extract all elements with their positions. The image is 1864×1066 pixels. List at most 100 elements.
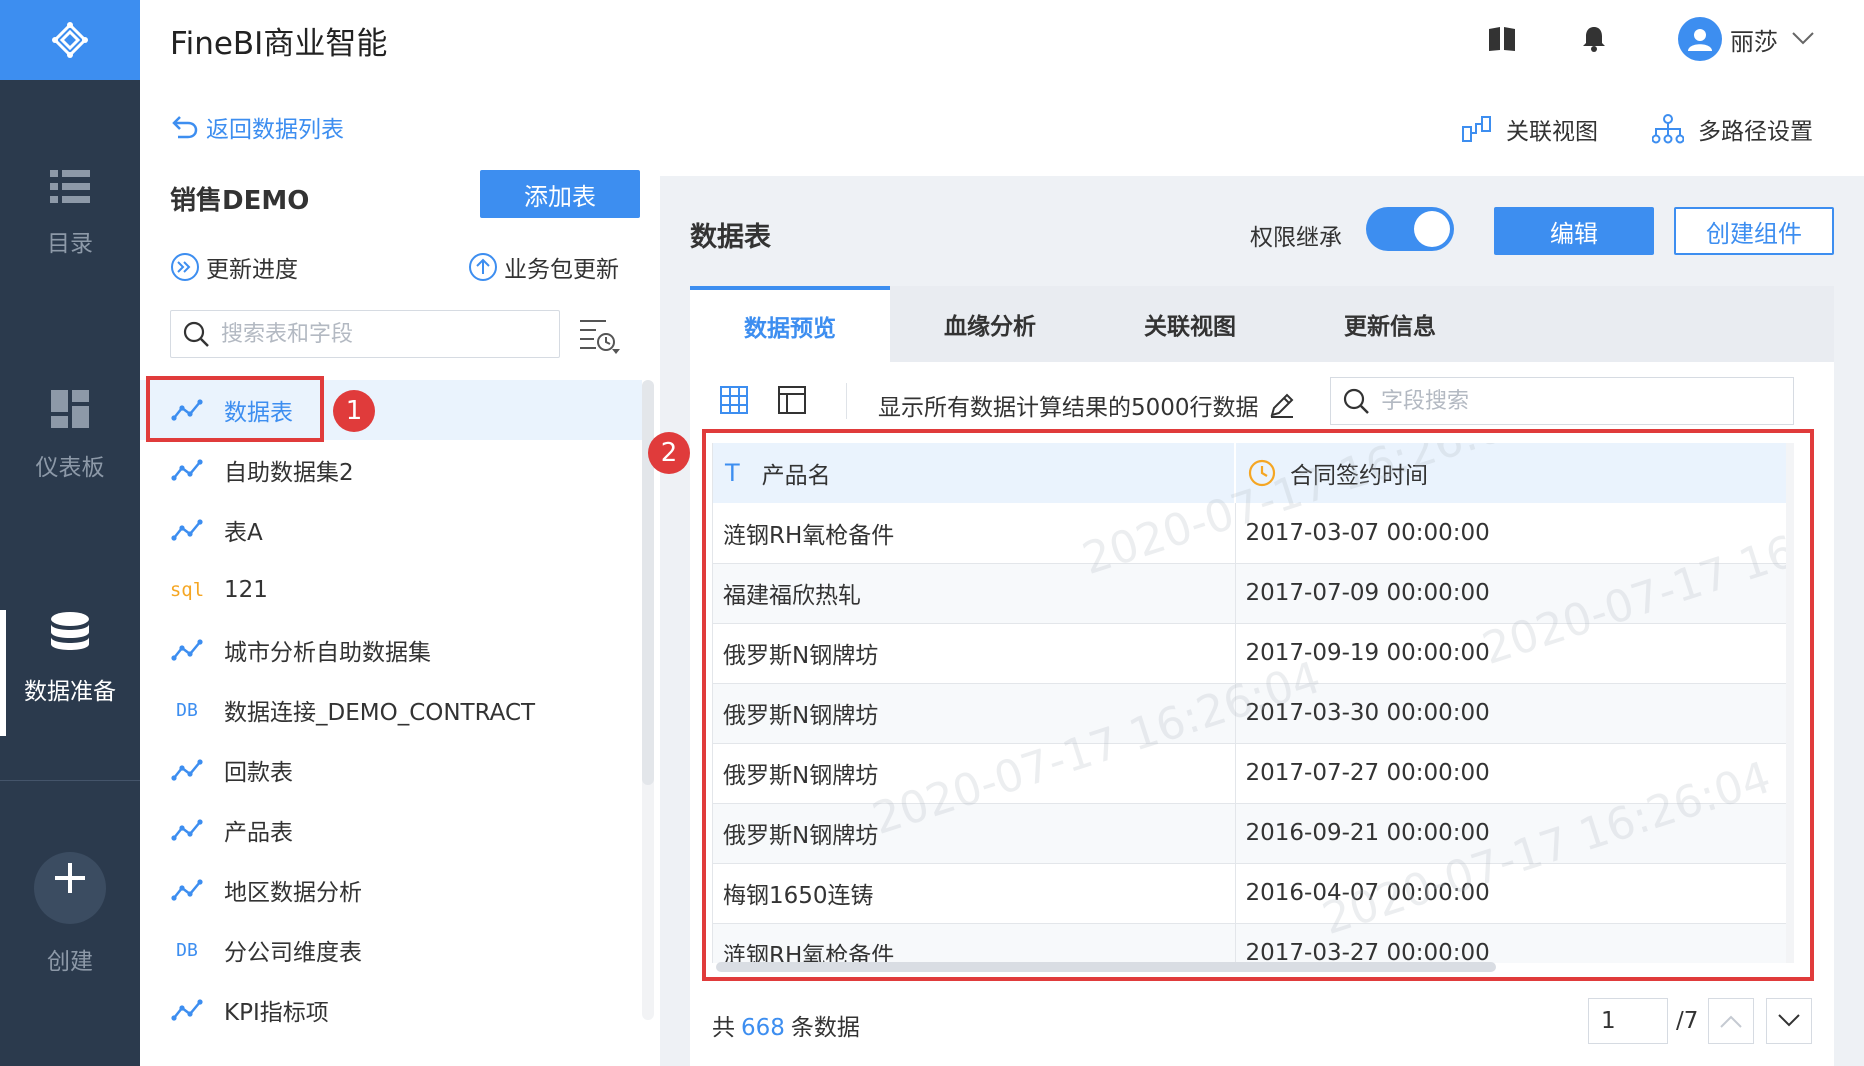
filter-sort-icon[interactable] (578, 316, 622, 356)
db-table-icon: DB (176, 699, 198, 721)
chevron-down-icon (1792, 32, 1814, 45)
self-service-dataset-icon (170, 518, 204, 542)
tree-item[interactable]: 表A (140, 500, 642, 560)
chevron-up-icon (1720, 1015, 1742, 1028)
tree-item-label: 数据连接_DEMO_CONTRACT (224, 700, 536, 726)
permission-inherit-toggle[interactable] (1366, 207, 1454, 251)
sql-icon: sql (169, 579, 205, 601)
tab-bar: 数据预览 血缘分析 关联视图 更新信息 (690, 286, 1834, 362)
tab-lineage-analysis[interactable]: 血缘分析 (890, 286, 1090, 362)
tree-item[interactable]: 城市分析自助数据集 (140, 620, 642, 680)
dashboard-icon (51, 390, 89, 428)
detail-view-icon[interactable] (778, 386, 806, 414)
multipath-label: 多路径设置 (1698, 119, 1813, 145)
package-update-link[interactable]: 业务包更新 (468, 250, 619, 284)
tree-item-label: 表A (224, 520, 263, 546)
bell-icon[interactable] (1582, 26, 1606, 52)
package-name: 销售DEMO (170, 186, 310, 216)
tree-item-label: 产品表 (224, 820, 293, 846)
field-search[interactable] (1330, 377, 1794, 425)
row-count-value: 668 (741, 1015, 785, 1041)
preview-rows-setting[interactable]: 显示所有数据计算结果的5000行数据 (878, 388, 1295, 422)
page-next-button[interactable] (1766, 998, 1812, 1044)
tree-item-label: 121 (224, 577, 268, 603)
nav-label: 仪表板 (35, 455, 105, 481)
package-update-label: 业务包更新 (504, 257, 619, 283)
create-button[interactable] (34, 852, 106, 924)
section-title: 数据表 (690, 222, 771, 253)
nav-label: 目录 (47, 231, 93, 257)
nav-item-data-prep[interactable]: 数据准备 (0, 612, 140, 706)
update-progress-label: 更新进度 (206, 257, 298, 283)
nav-divider (0, 780, 140, 781)
back-to-list-link[interactable]: 返回数据列表 (172, 110, 344, 144)
tree-item[interactable]: sql 121 (140, 560, 642, 620)
tree-item-label: 自助数据集2 (224, 460, 354, 486)
row-count-prefix: 共 (712, 1015, 735, 1041)
tree-item-label: 分公司维度表 (224, 940, 362, 966)
back-arrow-icon (172, 116, 198, 139)
self-service-dataset-icon (170, 818, 204, 842)
multipath-settings-button[interactable]: 多路径设置 (1652, 112, 1813, 146)
logo-icon (52, 22, 88, 58)
search-icon (183, 321, 209, 347)
tab-update-info[interactable]: 更新信息 (1290, 286, 1490, 362)
nav-rail: 目录 仪表板 数据准备 创建 (0, 0, 140, 1066)
annotation-box-1 (146, 376, 324, 442)
tree-item-label: 地区数据分析 (224, 880, 362, 906)
nav-label: 创建 (47, 949, 93, 975)
toggle-knob (1414, 211, 1450, 247)
tree-item-label: 回款表 (224, 760, 293, 786)
user-icon (1688, 29, 1712, 51)
table-search-input[interactable] (221, 321, 521, 347)
tree-item[interactable]: DB 分公司维度表 (140, 920, 642, 980)
table-search[interactable] (170, 310, 560, 358)
database-icon (51, 612, 89, 650)
self-service-dataset-icon (170, 998, 204, 1022)
create-component-button[interactable]: 创建组件 (1674, 207, 1834, 255)
book-icon[interactable] (1488, 26, 1516, 52)
annotation-box-2 (702, 429, 1814, 981)
page-number-input[interactable] (1588, 998, 1668, 1044)
annotation-badge-1: 1 (333, 390, 375, 432)
row-count-suffix: 条数据 (790, 1015, 860, 1041)
tree-item[interactable]: 自助数据集2 (140, 440, 642, 500)
user-menu[interactable]: 丽莎 (1678, 17, 1814, 61)
self-service-dataset-icon (170, 758, 204, 782)
tree-item[interactable]: 回款表 (140, 740, 642, 800)
upload-icon (469, 253, 497, 281)
edit-pencil-icon (1270, 393, 1293, 418)
tree-item[interactable]: 地区数据分析 (140, 860, 642, 920)
page-prev-button[interactable] (1708, 998, 1754, 1044)
relation-view-icon (1462, 116, 1491, 142)
nav-label: 数据准备 (24, 679, 116, 705)
plus-icon (55, 863, 85, 893)
tree-item[interactable]: 产品表 (140, 800, 642, 860)
preview-note-text: 显示所有数据计算结果的5000行数据 (878, 395, 1259, 421)
page-total: /7 (1676, 1008, 1699, 1034)
tree-item[interactable]: DB 数据连接_DEMO_CONTRACT (140, 680, 642, 740)
nav-item-dashboard[interactable]: 仪表板 (0, 390, 140, 482)
avatar (1678, 17, 1722, 61)
list-icon (50, 170, 90, 203)
user-name: 丽莎 (1730, 27, 1778, 56)
update-progress-link[interactable]: 更新进度 (170, 250, 298, 284)
tree-item-label: KPI指标项 (224, 1000, 329, 1026)
nav-item-catalog[interactable]: 目录 (0, 170, 140, 258)
relation-view-button[interactable]: 关联视图 (1462, 112, 1598, 146)
table-tree: 数据表 自助数据集2 表A sql 121 城市分析自助数据集 DB 数据连接_… (140, 380, 642, 1040)
nav-item-create[interactable]: 创建 (0, 852, 140, 976)
self-service-dataset-icon (170, 878, 204, 902)
tree-item[interactable]: KPI指标项 (140, 980, 642, 1040)
edit-button[interactable]: 编辑 (1494, 207, 1654, 255)
app-logo[interactable] (0, 0, 140, 80)
db-table-icon: DB (176, 939, 198, 961)
self-service-dataset-icon (170, 458, 204, 482)
grid-view-icon[interactable] (720, 386, 748, 414)
add-table-button[interactable]: 添加表 (480, 170, 640, 218)
tab-relation-view[interactable]: 关联视图 (1090, 286, 1290, 362)
row-count: 共 668 条数据 (712, 1008, 860, 1042)
tab-data-preview[interactable]: 数据预览 (690, 286, 890, 362)
field-search-input[interactable] (1381, 388, 1761, 414)
hierarchy-icon (1652, 114, 1684, 144)
